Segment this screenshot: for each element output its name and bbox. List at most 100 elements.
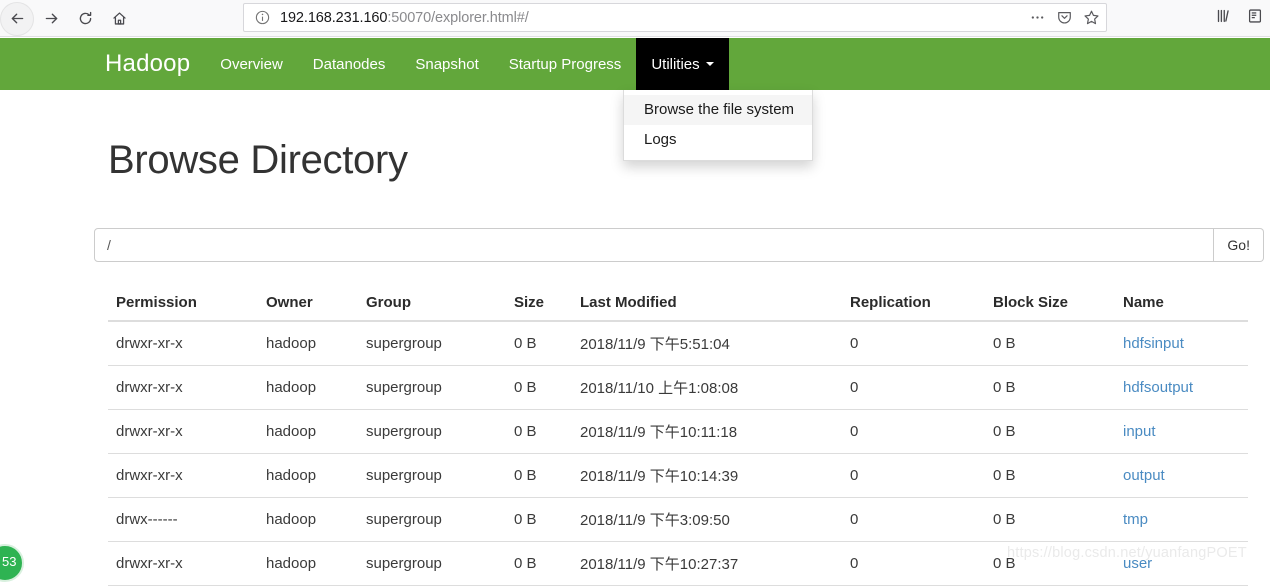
column-header-name[interactable]: Name: [1115, 286, 1248, 322]
cell-owner: hadoop: [258, 453, 358, 498]
column-header-replication[interactable]: Replication: [842, 286, 985, 322]
cell-name: tmp: [1115, 497, 1248, 542]
nav-item-snapshot[interactable]: Snapshot: [400, 38, 493, 90]
table-row: drwxr-xr-x hadoop supergroup 0 B 2018/11…: [108, 321, 1248, 366]
notification-badge[interactable]: 53: [0, 544, 24, 582]
cell-size: 0 B: [514, 335, 537, 352]
cell-replication: 0: [842, 497, 985, 542]
back-button[interactable]: [0, 1, 34, 36]
column-header-group[interactable]: Group: [358, 286, 506, 322]
browser-chrome: 192.168.231.160:50070/explorer.html#/: [0, 0, 1270, 37]
path-input-group: Go!: [94, 228, 1264, 262]
cell-permission: drwxr-xr-x: [108, 453, 258, 498]
url-bar[interactable]: 192.168.231.160:50070/explorer.html#/: [243, 3, 1107, 32]
cell-block-size: 0 B: [985, 453, 1115, 498]
nav-item-overview[interactable]: Overview: [205, 38, 298, 90]
nav-label-datanodes: Datanodes: [312, 55, 386, 73]
forward-arrow-icon: [45, 13, 57, 24]
cell-owner: hadoop: [258, 409, 358, 454]
path-input[interactable]: [94, 228, 1215, 262]
menu-item-logs[interactable]: Logs: [624, 125, 812, 155]
table-row: drwx------ hadoop supergroup 0 B 2018/11…: [108, 497, 1248, 542]
library-icon[interactable]: [1214, 7, 1232, 30]
column-header-last-modified[interactable]: Last Modified: [572, 286, 842, 322]
cell-size: 0 B: [506, 497, 572, 542]
utilities-dropdown-menu: Browse the file system Logs: [623, 90, 813, 161]
go-button[interactable]: Go!: [1214, 228, 1264, 262]
table-row: drwxr-xr-x hadoop supergroup 0 B 2018/11…: [108, 365, 1248, 410]
cell-last-modified: 2018/11/10 上午1:08:08: [572, 365, 842, 410]
cell-group: supergroup: [358, 541, 506, 586]
cell-permission: drwx------: [108, 497, 258, 542]
nav-item-utilities[interactable]: Utilities: [636, 38, 729, 90]
home-button[interactable]: [102, 2, 136, 36]
chevron-down-icon: [705, 62, 714, 66]
url-host: 192.168.231.160: [280, 9, 388, 26]
cell-owner: hadoop: [258, 365, 358, 410]
cell-group: supergroup: [366, 335, 442, 352]
forward-button[interactable]: [34, 2, 68, 36]
cell-block-size: 0 B: [993, 335, 1016, 352]
star-icon[interactable]: [1083, 9, 1100, 26]
file-link[interactable]: hdfsinput: [1123, 335, 1184, 352]
brand-label: Hadoop: [105, 50, 191, 77]
cell-group: supergroup: [358, 453, 506, 498]
menu-item-label: Logs: [644, 130, 677, 148]
reload-button[interactable]: [68, 2, 102, 36]
cell-size: 0 B: [506, 453, 572, 498]
nav-label-overview: Overview: [220, 55, 283, 73]
column-header-block-size[interactable]: Block Size: [985, 286, 1115, 322]
file-link[interactable]: input: [1123, 423, 1156, 440]
browser-toolbar-right: [1214, 0, 1270, 37]
reader-view-icon[interactable]: [1246, 7, 1264, 30]
navbar-items-container: Hadoop Overview Datanodes Snapshot Start…: [90, 38, 729, 90]
cell-last-modified: 2018/11/9 下午10:11:18: [572, 409, 842, 454]
table-row: drwxr-xr-x hadoop supergroup 0 B 2018/11…: [108, 453, 1248, 498]
table-header-row: Permission Owner Group Size Last Modifie…: [108, 286, 1248, 322]
browser-nav-buttons: [0, 0, 136, 37]
cell-name: hdfsinput: [1115, 321, 1248, 366]
hadoop-navbar: Hadoop Overview Datanodes Snapshot Start…: [0, 38, 1270, 90]
cell-owner: hadoop: [266, 335, 317, 352]
cell-block-size: 0 B: [985, 409, 1115, 454]
brand-hadoop[interactable]: Hadoop: [90, 38, 205, 90]
table-row: drwxr-xr-x hadoop supergroup 0 B 2018/11…: [108, 409, 1248, 454]
nav-label-startup-progress: Startup Progress: [508, 55, 622, 73]
file-link[interactable]: tmp: [1123, 511, 1148, 528]
column-header-owner[interactable]: Owner: [258, 286, 358, 322]
cell-owner: hadoop: [258, 497, 358, 542]
cell-name: hdfsoutput: [1115, 365, 1248, 410]
nav-item-startup-progress[interactable]: Startup Progress: [494, 38, 637, 90]
back-arrow-icon: [11, 13, 23, 24]
pocket-icon[interactable]: [1056, 9, 1073, 26]
cell-permission: drwxr-xr-x: [108, 409, 258, 454]
ellipsis-icon[interactable]: [1029, 9, 1046, 26]
cell-owner: hadoop: [258, 541, 358, 586]
cell-block-size: 0 B: [985, 365, 1115, 410]
page-title: Browse Directory: [108, 138, 408, 182]
cell-block-size: 0 B: [985, 497, 1115, 542]
cell-replication: 0: [842, 453, 985, 498]
page-info-icon[interactable]: [254, 9, 271, 26]
column-header-size[interactable]: Size: [506, 286, 572, 322]
cell-permission: drwxr-xr-x: [108, 541, 258, 586]
cell-group: supergroup: [358, 409, 506, 454]
column-header-permission[interactable]: Permission: [108, 286, 258, 322]
cell-last-modified: 2018/11/9 下午10:27:37: [572, 541, 842, 586]
cell-size: 0 B: [506, 365, 572, 410]
cell-permission: drwxr-xr-x: [116, 335, 183, 352]
cell-name: input: [1115, 409, 1248, 454]
home-icon: [112, 12, 126, 25]
table-header: Permission Owner Group Size Last Modifie…: [108, 286, 1248, 322]
cell-permission: drwxr-xr-x: [108, 365, 258, 410]
notification-badge-count: 53: [2, 554, 17, 569]
url-text: 192.168.231.160:50070/explorer.html#/: [280, 10, 1021, 26]
file-link[interactable]: output: [1123, 467, 1165, 484]
menu-item-browse-the-file-system[interactable]: Browse the file system: [624, 95, 812, 125]
file-link[interactable]: hdfsoutput: [1123, 379, 1193, 396]
watermark: https://blog.csdn.net/yuanfangPOET: [1007, 545, 1247, 561]
reload-icon: [79, 11, 91, 25]
nav-item-datanodes[interactable]: Datanodes: [298, 38, 401, 90]
menu-item-label: Browse the file system: [644, 101, 795, 118]
cell-group: supergroup: [358, 365, 506, 410]
